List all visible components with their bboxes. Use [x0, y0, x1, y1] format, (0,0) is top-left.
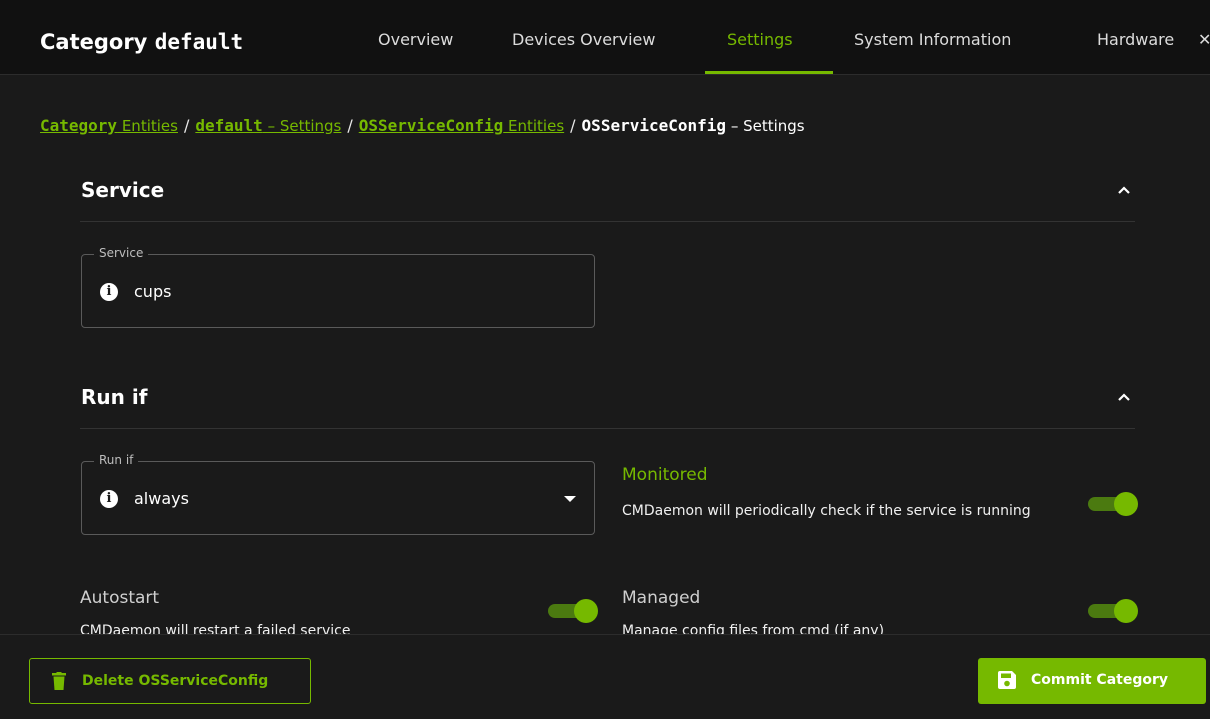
autostart-label: Autostart [80, 588, 160, 608]
breadcrumb-current: OSServiceConfig – Settings [581, 116, 805, 135]
service-section-title: Service [81, 178, 165, 202]
page-title-prefix: Category [40, 30, 155, 54]
toggle-knob [574, 599, 598, 623]
commit-category-button[interactable]: Commit Category [978, 658, 1206, 704]
chevron-up-icon[interactable] [1118, 391, 1130, 403]
info-icon[interactable]: i [100, 490, 118, 508]
run-if-select[interactable]: Run if i always [81, 453, 595, 535]
top-header: Category default Overview Devices Overvi… [0, 0, 1210, 75]
managed-toggle[interactable] [1088, 599, 1138, 623]
section-divider [80, 428, 1135, 429]
run-if-section-title: Run if [81, 385, 148, 409]
tab-scroll-icon[interactable]: ✕ [1198, 30, 1210, 49]
trash-icon [52, 672, 66, 690]
chevron-up-icon[interactable] [1118, 184, 1130, 196]
run-if-field-legend: Run if [94, 453, 139, 467]
tab-settings[interactable]: Settings [727, 30, 793, 49]
run-if-field-value: always [134, 489, 189, 508]
tab-devices-overview[interactable]: Devices Overview [512, 30, 655, 49]
breadcrumb-category-entities[interactable]: Category Entities [40, 116, 178, 135]
toggle-knob [1114, 599, 1138, 623]
dropdown-caret-icon[interactable] [564, 496, 576, 502]
monitored-toggle[interactable] [1088, 492, 1138, 516]
tab-system-information[interactable]: System Information [854, 30, 1011, 49]
delete-osserviceconfig-button[interactable]: Delete OSServiceConfig [29, 658, 311, 704]
info-icon[interactable]: i [100, 283, 118, 301]
section-divider [80, 221, 1135, 222]
service-field-legend: Service [94, 246, 149, 260]
breadcrumb-default-settings[interactable]: default – Settings [195, 116, 341, 135]
action-bar: Delete OSServiceConfig Commit Category [0, 634, 1210, 719]
breadcrumb-osserviceconfig-entities[interactable]: OSServiceConfig Entities [359, 116, 564, 135]
active-tab-indicator [705, 71, 833, 74]
toggle-knob [1114, 492, 1138, 516]
service-field-value: cups [134, 282, 172, 301]
monitored-label: Monitored [622, 465, 708, 485]
managed-label: Managed [622, 588, 701, 608]
breadcrumb-separator: / [347, 116, 353, 135]
breadcrumb: Category Entities / default – Settings / OSS… [40, 116, 805, 135]
save-icon [998, 671, 1016, 689]
page-title-name: default [154, 30, 244, 54]
page-title: Category default [40, 30, 243, 54]
tab-overview[interactable]: Overview [378, 30, 453, 49]
commit-button-label: Commit Category [1031, 672, 1169, 688]
autostart-toggle[interactable] [548, 599, 598, 623]
monitored-description: CMDaemon will periodically check if the … [622, 503, 1031, 519]
delete-button-label: Delete OSServiceConfig [82, 673, 269, 689]
breadcrumb-separator: / [183, 116, 190, 135]
service-field[interactable]: Service i cups [81, 246, 595, 328]
tab-hardware[interactable]: Hardware [1097, 30, 1174, 49]
breadcrumb-separator: / [570, 116, 576, 135]
